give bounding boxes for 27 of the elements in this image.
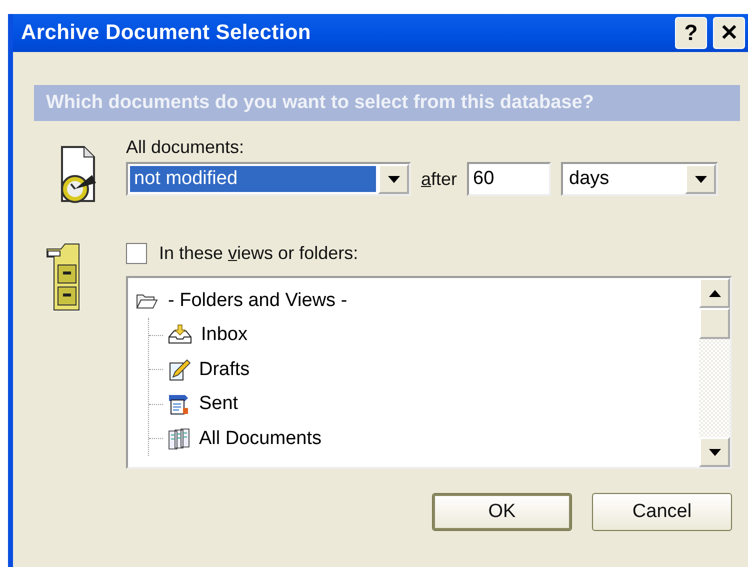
- unit-dropdown[interactable]: days: [561, 162, 718, 196]
- filing-cabinet-icon: [46, 243, 80, 311]
- tree-item[interactable]: All Documents: [149, 422, 691, 456]
- window-title: Archive Document Selection: [21, 21, 312, 45]
- scroll-thumb[interactable]: [699, 308, 730, 339]
- pencil-paper-icon: [167, 358, 191, 382]
- tree-item[interactable]: Inbox: [149, 318, 691, 352]
- ok-button[interactable]: OK: [432, 493, 572, 531]
- amount-field[interactable]: 60: [467, 162, 552, 196]
- open-folder-icon: [136, 293, 158, 309]
- stacked-pages-icon: [167, 426, 191, 451]
- all-documents-label: All documents:: [126, 137, 246, 158]
- scrollbar[interactable]: [699, 278, 730, 467]
- checkbox-label: In these views or folders:: [159, 243, 358, 264]
- after-label: after: [421, 168, 458, 190]
- sent-document-icon: [167, 392, 191, 416]
- checkbox[interactable]: [126, 243, 147, 264]
- cancel-button[interactable]: Cancel: [592, 493, 732, 531]
- condition-dropdown[interactable]: not modified: [126, 162, 411, 196]
- tree-item[interactable]: Drafts: [149, 352, 691, 387]
- scroll-down-icon[interactable]: [699, 437, 730, 467]
- tree-item[interactable]: Sent: [149, 387, 691, 422]
- tree-root[interactable]: - Folders and Views -: [136, 284, 691, 318]
- scroll-up-icon[interactable]: [699, 278, 730, 308]
- question-banner: Which documents do you want to select from this database?: [34, 85, 740, 121]
- help-button[interactable]: ?: [675, 17, 707, 49]
- close-button[interactable]: ✕: [713, 17, 745, 49]
